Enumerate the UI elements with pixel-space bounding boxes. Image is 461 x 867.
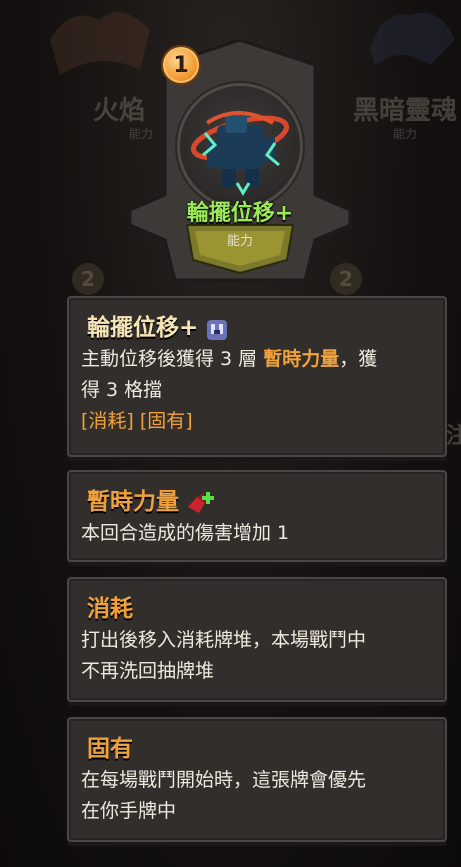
tooltip-title: 暫時力量 (87, 482, 215, 517)
pendulum-shift-art-icon (190, 111, 290, 196)
hovered-card[interactable]: 1 輪擺位移+ 能力 (125, 35, 355, 285)
character-class-icon (207, 319, 228, 340)
card-tags: [消耗] [固有] (81, 410, 193, 432)
tooltip-title: 消耗 (87, 596, 133, 622)
card-cost-badge: 1 (161, 45, 201, 85)
tooltip-temporary-strength: 暫時力量 本回合造成的傷害增加 1 (67, 470, 447, 562)
background-left-cost-badge: 2 (72, 263, 104, 295)
keyword-temporary-strength: 暫時力量 (263, 348, 340, 370)
tooltip-description: 在每場戰鬥開始時，這張牌會優先 在你手牌中 (81, 769, 367, 822)
background-dark-soul-creature-icon (370, 12, 455, 65)
card-portrait (177, 83, 303, 209)
tooltip-title: 固有 (87, 736, 133, 762)
tooltip-exhaust: 消耗 打出後移入消耗牌堆，本場戰鬥中 不再洗回抽牌堆 (67, 577, 447, 702)
temporary-strength-icon (188, 491, 214, 513)
background-right-card-name: 黑暗靈魂 (353, 96, 458, 126)
tooltip-description: 打出後移入消耗牌堆，本場戰鬥中 不再洗回抽牌堆 (81, 629, 367, 682)
tooltip-card-description: 輪擺位移+ 主動位移後獲得 3 層 暫時力量，獲 得 3 格擋 [消耗] [固有… (67, 296, 447, 457)
tooltip-innate: 固有 在每場戰鬥開始時，這張牌會優先 在你手牌中 (67, 717, 447, 842)
card-type: 能力 (226, 234, 253, 249)
card-name: 輪擺位移+ (186, 201, 294, 226)
tooltip-description: 本回合造成的傷害增加 1 (81, 522, 290, 544)
background-edge-glyph: 注 (446, 424, 461, 449)
tooltip-description: 主動位移後獲得 3 層 暫時力量，獲 得 3 格擋 [消耗] [固有] (81, 344, 377, 437)
background-right-card-type: 能力 (393, 127, 418, 141)
tooltip-title: 輪擺位移+ (87, 308, 230, 342)
